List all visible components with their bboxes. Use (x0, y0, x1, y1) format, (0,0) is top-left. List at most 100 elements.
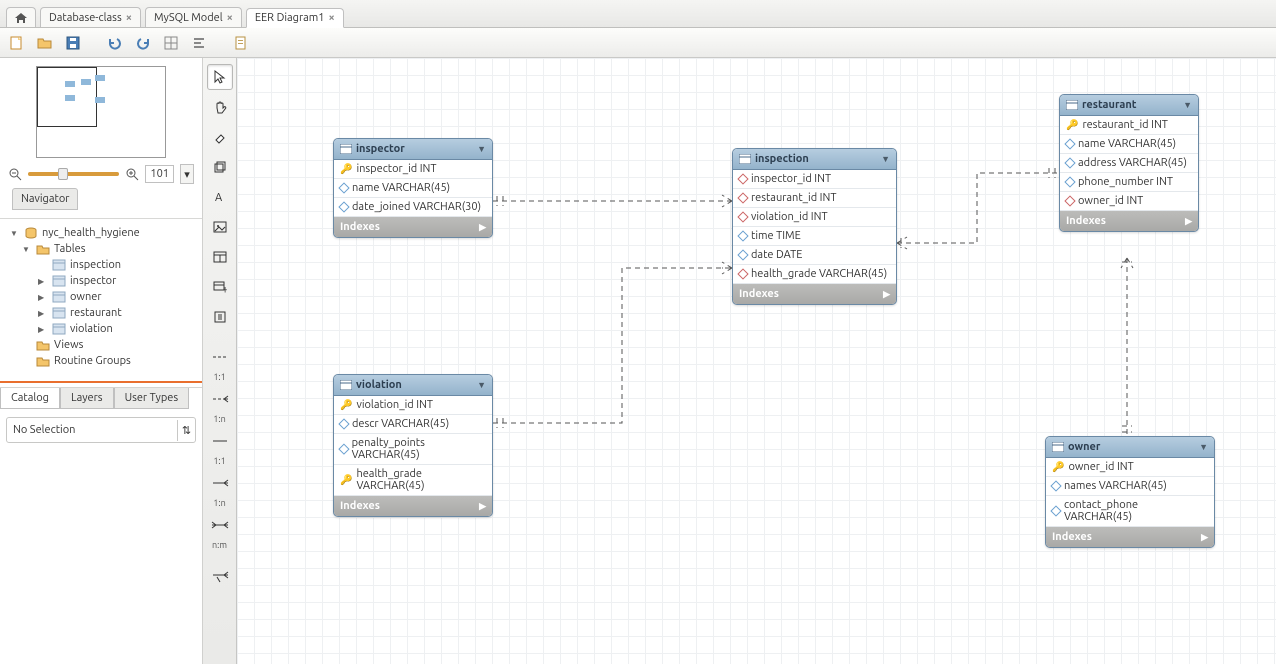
zoom-in-icon[interactable] (125, 167, 139, 181)
column-row[interactable]: address VARCHAR(45) (1060, 154, 1198, 173)
column-row[interactable]: time TIME (733, 227, 896, 246)
validate-button[interactable] (230, 32, 252, 54)
zoom-dropdown[interactable]: ▾ (180, 164, 194, 184)
entity-violation[interactable]: violation▼ 🔑violation_id INT descr VARCH… (333, 374, 493, 517)
column-row[interactable]: names VARCHAR(45) (1046, 477, 1214, 496)
tab-layers[interactable]: Layers (60, 388, 114, 409)
close-icon[interactable]: × (126, 12, 132, 24)
column-label: penalty_points VARCHAR(45) (352, 437, 486, 461)
entity-header[interactable]: inspection▼ (733, 149, 896, 170)
indexes-section[interactable]: Indexes▶ (1060, 211, 1198, 231)
entity-header[interactable]: inspector▼ (334, 139, 492, 160)
column-row[interactable]: 🔑owner_id INT (1046, 458, 1214, 477)
tool-eraser[interactable] (207, 124, 233, 150)
tool-rel-existing[interactable] (207, 564, 233, 590)
column-row[interactable]: date_joined VARCHAR(30) (334, 198, 492, 217)
new-file-button[interactable] (6, 32, 28, 54)
tool-rel-1-n-ident[interactable] (207, 470, 233, 496)
entity-header[interactable]: owner▼ (1046, 437, 1214, 458)
save-button[interactable] (62, 32, 84, 54)
column-row[interactable]: date DATE (733, 246, 896, 265)
redo-button[interactable] (132, 32, 154, 54)
zoom-slider-handle[interactable] (58, 168, 68, 180)
tree-table-owner[interactable]: owner (4, 289, 198, 305)
tab-eer-diagram[interactable]: EER Diagram1× (246, 8, 344, 28)
column-row[interactable]: restaurant_id INT (733, 189, 896, 208)
column-row[interactable]: penalty_points VARCHAR(45) (334, 434, 492, 465)
fk-icon (737, 211, 748, 222)
tree-db[interactable]: nyc_health_hygiene (4, 225, 198, 241)
column-row[interactable]: 🔑inspector_id INT (334, 160, 492, 179)
tree-routines-folder[interactable]: Routine Groups (4, 353, 198, 369)
indexes-section[interactable]: Indexes▶ (1046, 527, 1214, 547)
align-button[interactable] (188, 32, 210, 54)
zoom-value[interactable]: 101 (145, 165, 174, 183)
tree-table-label: inspection (70, 259, 121, 271)
tree-tables-folder[interactable]: Tables (4, 241, 198, 257)
svg-text:+: + (222, 284, 227, 294)
tool-text[interactable]: A (207, 184, 233, 210)
tool-rel-n-m[interactable] (207, 512, 233, 538)
align-icon (191, 35, 207, 51)
tool-rel-1-1-ident[interactable] (207, 428, 233, 454)
column-row[interactable]: 🔑restaurant_id INT (1060, 116, 1198, 135)
indexes-section[interactable]: Indexes▶ (334, 496, 492, 516)
entity-owner[interactable]: owner▼ 🔑owner_id INT names VARCHAR(45) c… (1045, 436, 1215, 548)
tool-rel-1-1-nonident[interactable] (207, 344, 233, 370)
tree-views-folder[interactable]: Views (4, 337, 198, 353)
tool-routine[interactable] (207, 304, 233, 330)
entity-header[interactable]: violation▼ (334, 375, 492, 396)
close-icon[interactable]: × (329, 12, 335, 24)
tool-table[interactable] (207, 244, 233, 270)
undo-button[interactable] (104, 32, 126, 54)
tab-mysql-model[interactable]: MySQL Model× (145, 7, 242, 27)
minimap[interactable] (36, 66, 166, 158)
column-row[interactable]: name VARCHAR(45) (1060, 135, 1198, 154)
grid-toggle-button[interactable] (160, 32, 182, 54)
zoom-slider[interactable] (28, 172, 119, 176)
diagram-canvas[interactable]: inspector▼ 🔑inspector_id INT name VARCHA… (237, 58, 1276, 664)
tab-home[interactable] (6, 7, 36, 27)
indexes-section[interactable]: Indexes▶ (334, 217, 492, 237)
tool-pointer[interactable] (207, 64, 233, 90)
column-row[interactable]: owner_id INT (1060, 192, 1198, 211)
indexes-section[interactable]: Indexes▶ (733, 284, 896, 304)
column-row[interactable]: phone_number INT (1060, 173, 1198, 192)
tab-database-class[interactable]: Database-class× (40, 7, 141, 27)
tool-rel-1-n-nonident[interactable] (207, 386, 233, 412)
chevron-down-icon[interactable]: ▼ (881, 154, 890, 164)
tree-table-inspector[interactable]: inspector (4, 273, 198, 289)
entity-header[interactable]: restaurant▼ (1060, 95, 1198, 116)
tab-catalog[interactable]: Catalog (0, 388, 60, 409)
entity-inspection[interactable]: inspection▼ inspector_id INT restaurant_… (732, 148, 897, 305)
close-icon[interactable]: × (227, 12, 233, 24)
tool-image[interactable] (207, 214, 233, 240)
column-row[interactable]: descr VARCHAR(45) (334, 415, 492, 434)
chevron-down-icon[interactable]: ▼ (1199, 442, 1208, 452)
tool-hand[interactable] (207, 94, 233, 120)
column-row[interactable]: 🔑health_grade VARCHAR(45) (334, 465, 492, 496)
column-row[interactable]: health_grade VARCHAR(45) (733, 265, 896, 284)
chevron-down-icon[interactable]: ▼ (477, 380, 486, 390)
tree-table-inspection[interactable]: inspection (4, 257, 198, 273)
tree-table-restaurant[interactable]: restaurant (4, 305, 198, 321)
column-icon (737, 249, 748, 260)
column-row[interactable]: 🔑violation_id INT (334, 396, 492, 415)
column-row[interactable]: contact_phone VARCHAR(45) (1046, 496, 1214, 527)
tab-usertypes[interactable]: User Types (114, 388, 190, 409)
navigator-tab[interactable]: Navigator (12, 188, 78, 210)
column-row[interactable]: violation_id INT (733, 208, 896, 227)
open-file-button[interactable] (34, 32, 56, 54)
tree-table-violation[interactable]: violation (4, 321, 198, 337)
chevron-down-icon[interactable]: ▼ (477, 144, 486, 154)
tool-view[interactable]: + (207, 274, 233, 300)
entity-restaurant[interactable]: restaurant▼ 🔑restaurant_id INT name VARC… (1059, 94, 1199, 232)
column-row[interactable]: name VARCHAR(45) (334, 179, 492, 198)
selection-dropdown[interactable]: No Selection ⇅ (6, 417, 196, 443)
zoom-out-icon[interactable] (8, 167, 22, 181)
column-row[interactable]: inspector_id INT (733, 170, 896, 189)
tool-layer[interactable] (207, 154, 233, 180)
catalog-tree: nyc_health_hygiene Tables inspection ins… (0, 219, 202, 375)
entity-inspector[interactable]: inspector▼ 🔑inspector_id INT name VARCHA… (333, 138, 493, 238)
chevron-down-icon[interactable]: ▼ (1183, 100, 1192, 110)
